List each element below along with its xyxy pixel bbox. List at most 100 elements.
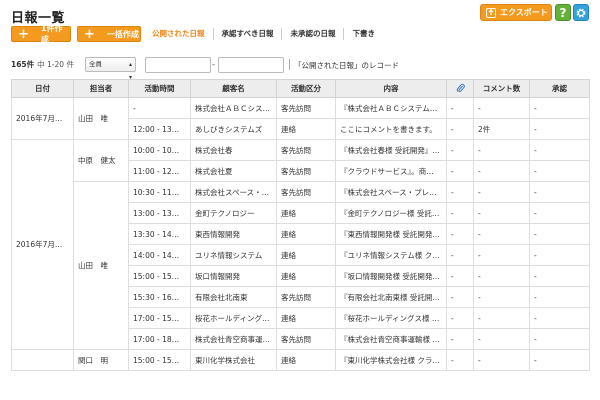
cell-time: - (128, 97, 191, 119)
cell-customer: 坂口情報開発 (190, 265, 277, 287)
cell-time: 17:00 - 18… (128, 328, 191, 350)
create-bulk-label: 一括作成 (106, 29, 139, 39)
cell-person: 山田 唯 (73, 181, 129, 350)
cell-approval: - (529, 349, 590, 371)
cell-activity: 連絡 (276, 307, 336, 329)
col-approval[interactable]: 承認 (529, 79, 590, 98)
cell-approval: - (529, 181, 590, 203)
cell-content: 『株式会社青空商事運輸様 … (335, 328, 447, 350)
record-count: 165件 中 1-20 件 (11, 57, 74, 72)
cell-content: 『クラウドサービス』。商… (335, 160, 447, 182)
tab-unapproved[interactable]: 未承認の日報 (281, 28, 343, 40)
col-attachment[interactable] (446, 79, 474, 98)
col-customer[interactable]: 顧客名 (190, 79, 277, 98)
date-from-input[interactable] (145, 57, 211, 73)
create-bulk-button[interactable]: + 一括作成 (77, 26, 141, 42)
table-row[interactable]: 2016年7月… 山田 唯 - 株式会社ＡＢＣシス… 客先訪問 『株式会社ＡＢＣシステム…… (11, 97, 590, 140)
col-activity[interactable]: 活動区分 (276, 79, 336, 98)
cell-customer: 東川化学株式会社 (190, 349, 277, 371)
cell-comments: - (473, 139, 530, 161)
cell-date (11, 349, 74, 371)
col-person[interactable]: 担当者 (73, 79, 129, 98)
cell-attachment: - (446, 223, 474, 245)
cell-time: 15:00 - 15… (128, 349, 191, 371)
export-button[interactable]: エクスポート (480, 4, 552, 21)
cell-approval: - (529, 223, 590, 245)
cell-comments: - (473, 97, 530, 119)
cell-approval: - (529, 244, 590, 266)
table-header-row: 日付 担当者 活動時間 顧客名 活動区分 内容 コメント数 承認 (11, 79, 590, 98)
date-to-input[interactable] (218, 57, 284, 73)
plus-icon: + (84, 26, 95, 42)
report-tabs: 公開された日報 承認すべき日報 未承認の日報 下書き (152, 26, 383, 42)
tab-to-approve[interactable]: 承認すべき日報 (212, 28, 282, 40)
cell-time: 10:00 - 10… (128, 139, 191, 161)
cell-content: 『東西情報開発様 受託開発… (335, 223, 447, 245)
export-label: エクスポート (500, 8, 548, 17)
cell-activity: 客先訪問 (276, 328, 336, 350)
cell-approval: - (529, 118, 590, 140)
tab-published[interactable]: 公開された日報 (152, 28, 213, 40)
cell-attachment: - (446, 286, 474, 308)
cell-comments: - (473, 286, 530, 308)
cell-attachment: - (446, 139, 474, 161)
cell-content: 『有限会社北南東様 受託開… (335, 286, 447, 308)
cell-comments: 2件 (473, 118, 530, 140)
cell-comments: - (473, 328, 530, 350)
cell-customer: 東西情報開発 (190, 223, 277, 245)
cell-comments: - (473, 244, 530, 266)
count-range: 中 1-20 件 (37, 60, 74, 69)
cell-customer: あしびきシステムズ (190, 118, 277, 140)
cell-attachment: - (446, 265, 474, 287)
table-row[interactable]: 関口 明 15:00 - 15… 東川化学株式会社 連絡 『東川化学株式会社様 クラ… -… (11, 349, 590, 371)
divider (289, 59, 290, 70)
col-comments[interactable]: コメント数 (473, 79, 530, 98)
cell-approval: - (529, 160, 590, 182)
cell-content: 『株式会社春様 受託開発』… (335, 139, 447, 161)
cell-attachment: - (446, 349, 474, 371)
cell-time: 14:00 - 14… (128, 244, 191, 266)
tab-drafts[interactable]: 下書き (343, 28, 383, 40)
cell-person: 中原 健太 (73, 139, 129, 182)
cell-activity: 客先訪問 (276, 160, 336, 182)
help-button[interactable]: ? (555, 4, 571, 21)
cell-time: 15:30 - 16… (128, 286, 191, 308)
paperclip-icon (456, 83, 465, 92)
cell-content: 『桜花ホールディングス様 … (335, 307, 447, 329)
cell-customer: 株式会社春 (190, 139, 277, 161)
cell-attachment: - (446, 118, 474, 140)
settings-button[interactable] (573, 4, 589, 21)
cell-attachment: - (446, 202, 474, 224)
col-time[interactable]: 活動時間 (128, 79, 191, 98)
cell-time: 12:00 - 13… (128, 118, 191, 140)
create-one-button[interactable]: + 1件作成 (11, 24, 71, 44)
plus-icon: + (18, 26, 29, 42)
cell-activity: 客先訪問 (276, 181, 336, 203)
cell-comments: - (473, 223, 530, 245)
cell-comments: - (473, 160, 530, 182)
cell-activity: 客先訪問 (276, 139, 336, 161)
cell-time: 15:00 - 15… (128, 265, 191, 287)
cell-time: 13:00 - 13… (128, 202, 191, 224)
table-row[interactable]: 2016年7月… 中原 健太 10:00 - 10… 株式会社春 客先訪問 『株式会社春様… (11, 139, 590, 350)
table-row[interactable]: 山田 唯 10:30 - 11… 株式会社スペース・… 客先訪問 『株式会社スペース・プ… (12, 181, 590, 350)
cell-content: 『金町テクノロジー様 受託… (335, 202, 447, 224)
cell-time: 10:30 - 11… (128, 181, 191, 203)
cell-customer: 株式会社夏 (190, 160, 277, 182)
cell-attachment: - (446, 244, 474, 266)
cell-attachment: - (446, 328, 474, 350)
gear-icon (576, 8, 586, 17)
cell-comments: - (473, 181, 530, 203)
cell-comments: - (473, 265, 530, 287)
cell-approval: - (529, 202, 590, 224)
col-date[interactable]: 日付 (11, 79, 74, 98)
cell-customer: ユリネ情報システム (190, 244, 277, 266)
cell-comments: - (473, 307, 530, 329)
cell-approval: - (529, 328, 590, 350)
col-content[interactable]: 内容 (335, 79, 447, 98)
member-select[interactable]: 全員 ▴ ▾ (85, 57, 136, 81)
cell-attachment: - (446, 181, 474, 203)
cell-content: 『株式会社スペース・プレ… (335, 181, 447, 203)
cell-comments: - (473, 349, 530, 371)
cell-activity: 連絡 (276, 244, 336, 266)
